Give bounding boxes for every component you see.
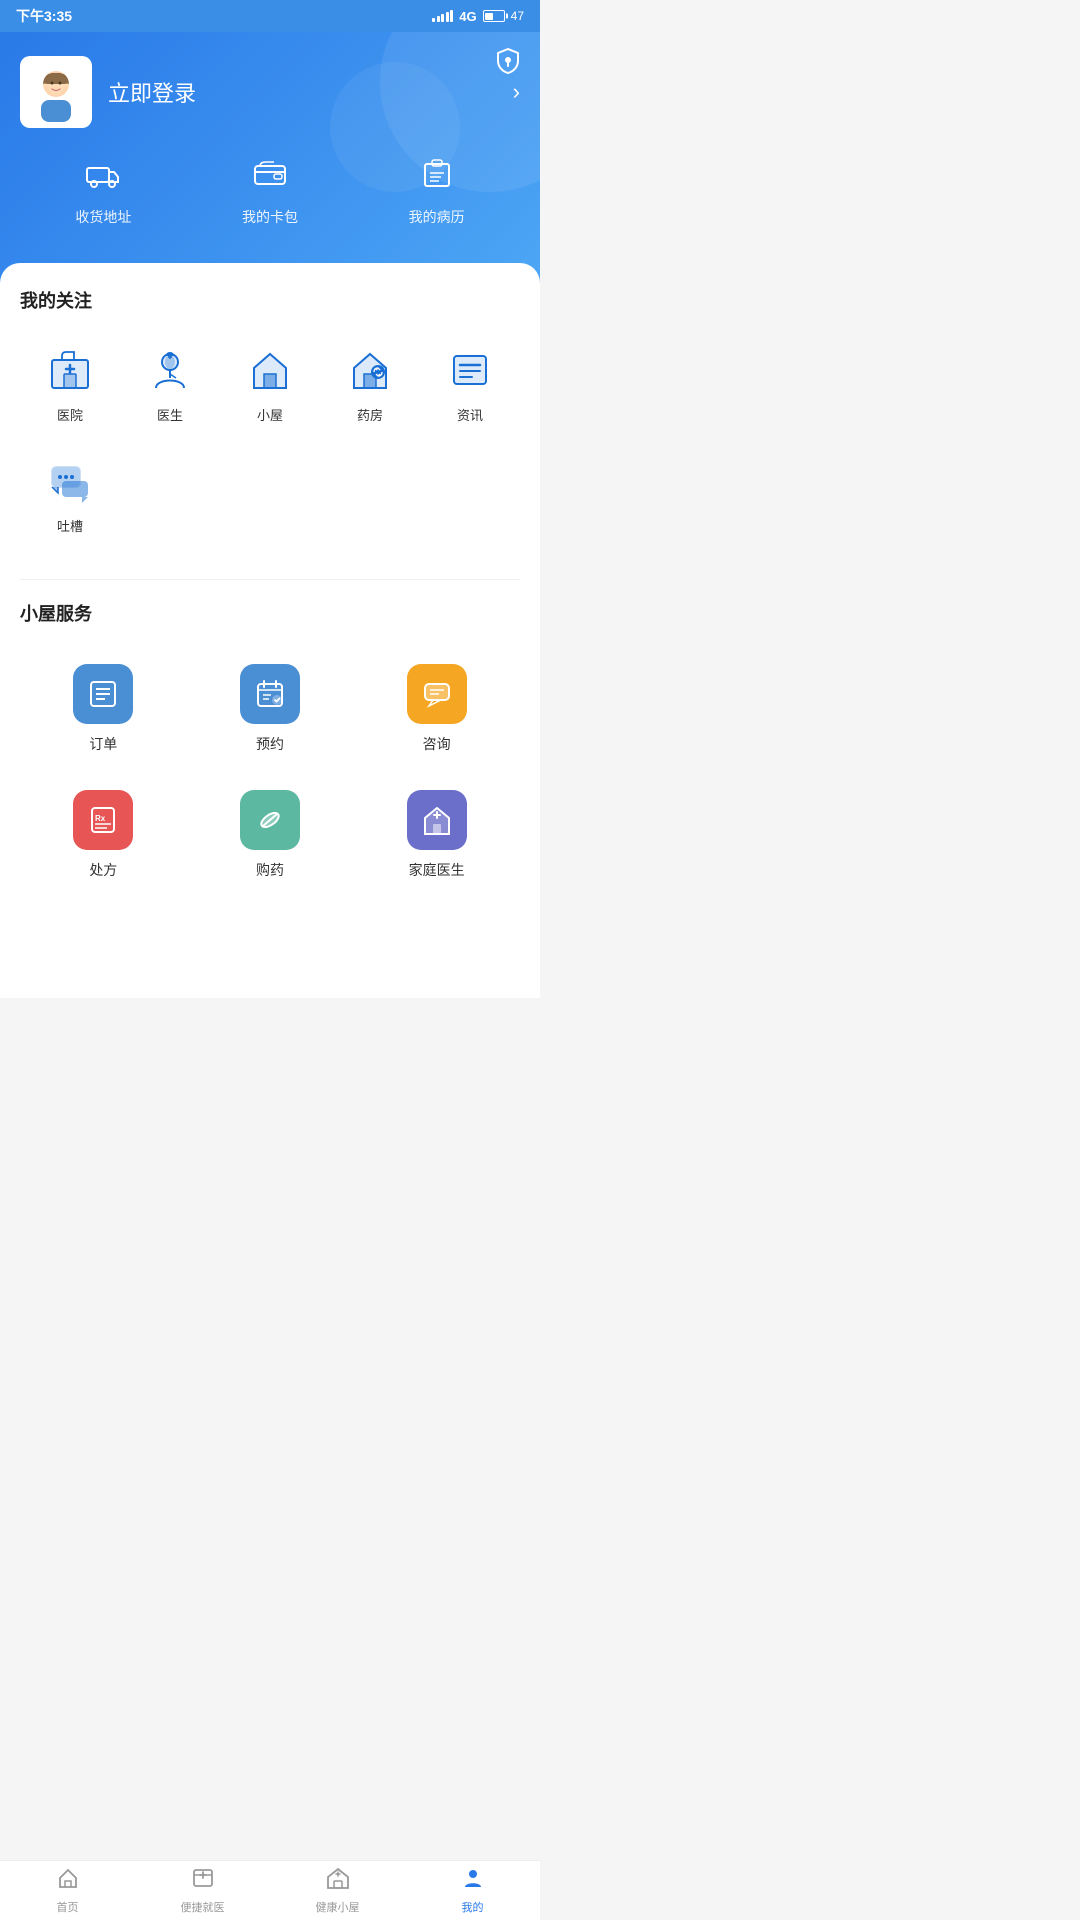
consult-icon	[407, 664, 467, 724]
news-icon	[443, 343, 497, 397]
clipboard-icon	[419, 156, 455, 199]
login-text: 立即登录	[108, 76, 497, 108]
news-label: 资讯	[457, 405, 483, 424]
focus-hospital[interactable]: 医院	[20, 333, 120, 434]
focus-cottage[interactable]: 小屋	[220, 333, 320, 434]
nav-home[interactable]: 首页	[0, 1860, 135, 1920]
my-focus-section: 我的关注 医院	[20, 287, 520, 545]
familydoctor-label: 家庭医生	[409, 860, 465, 880]
doctor-label: 医生	[157, 405, 183, 424]
main-card: 我的关注 医院	[0, 263, 540, 998]
focus-news[interactable]: 资讯	[420, 333, 520, 434]
complaint-label: 吐槽	[57, 516, 83, 535]
chevron-right-icon: ›	[513, 79, 520, 105]
nav-home-label: 首页	[57, 1899, 79, 1915]
bottom-nav: 首页 便捷就医 健康小屋	[0, 1860, 540, 1920]
battery-icon	[483, 10, 505, 22]
address-label: 收货地址	[75, 207, 131, 227]
house-icon	[243, 343, 297, 397]
focus-complaint[interactable]: 吐槽	[20, 444, 120, 545]
nav-healthcottage-label: 健康小屋	[316, 1899, 360, 1915]
familydoc-icon	[407, 790, 467, 850]
order-icon	[73, 664, 133, 724]
quick-links: 收货地址 我的卡包	[20, 156, 520, 227]
nav-convenient-label: 便捷就医	[181, 1899, 225, 1915]
wallet-icon	[252, 156, 288, 199]
quick-link-address[interactable]: 收货地址	[75, 156, 131, 227]
nav-healthcottage[interactable]: 健康小屋	[270, 1860, 405, 1920]
medicine-icon	[240, 790, 300, 850]
svg-text:Rx: Rx	[95, 814, 106, 823]
pharmacy-icon	[343, 343, 397, 397]
hospital-label: 医院	[57, 405, 83, 424]
shield-icon[interactable]	[494, 46, 522, 80]
service-order[interactable]: 订单	[20, 646, 187, 772]
chat-icon	[43, 454, 97, 508]
signal-icon	[432, 10, 453, 22]
service-buymedicine[interactable]: 购药	[187, 772, 354, 898]
consult-label: 咨询	[423, 734, 451, 754]
quick-link-records[interactable]: 我的病历	[409, 156, 465, 227]
order-label: 订单	[89, 734, 117, 754]
network-label: 4G	[459, 9, 476, 24]
header-banner: 立即登录 › 收货地址	[0, 32, 540, 287]
wallet-label: 我的卡包	[242, 207, 298, 227]
records-label: 我的病历	[409, 207, 465, 227]
buymedicine-label: 购药	[256, 860, 284, 880]
battery-level: 47	[511, 9, 524, 23]
services-grid: 订单 预约	[20, 646, 520, 898]
nav-home-icon	[56, 1866, 80, 1896]
truck-icon	[85, 156, 121, 199]
service-prescription[interactable]: Rx 处方	[20, 772, 187, 898]
focus-grid: 医院	[20, 333, 520, 434]
nav-healthcottage-icon	[326, 1866, 350, 1896]
cottage-label: 小屋	[257, 405, 283, 424]
nav-mine[interactable]: 我的	[405, 1860, 540, 1920]
pharmacy-label: 药房	[357, 405, 383, 424]
doctor-icon	[143, 343, 197, 397]
status-right: 4G 47	[432, 9, 524, 24]
status-time: 下午3:35	[16, 6, 72, 26]
nav-convenient-icon	[191, 1866, 215, 1896]
status-bar: 下午3:35 4G 47	[0, 0, 540, 32]
service-appointment[interactable]: 预约	[187, 646, 354, 772]
my-focus-title: 我的关注	[20, 287, 520, 313]
appointment-label: 预约	[256, 734, 284, 754]
nav-mine-icon	[461, 1866, 485, 1896]
services-section: 小屋服务 订单	[20, 600, 520, 898]
nav-convenient[interactable]: 便捷就医	[135, 1860, 270, 1920]
hospital-icon	[43, 343, 97, 397]
focus-pharmacy[interactable]: 药房	[320, 333, 420, 434]
services-title: 小屋服务	[20, 600, 520, 626]
quick-link-wallet[interactable]: 我的卡包	[242, 156, 298, 227]
prescription-icon: Rx	[73, 790, 133, 850]
user-row[interactable]: 立即登录 ›	[20, 56, 520, 128]
prescription-label: 处方	[89, 860, 117, 880]
service-consult[interactable]: 咨询	[353, 646, 520, 772]
focus-doctor[interactable]: 医生	[120, 333, 220, 434]
appointment-icon	[240, 664, 300, 724]
service-familydoctor[interactable]: 家庭医生	[353, 772, 520, 898]
avatar	[20, 56, 92, 128]
nav-mine-label: 我的	[462, 1899, 484, 1915]
focus-grid-2: 吐槽	[20, 444, 520, 545]
